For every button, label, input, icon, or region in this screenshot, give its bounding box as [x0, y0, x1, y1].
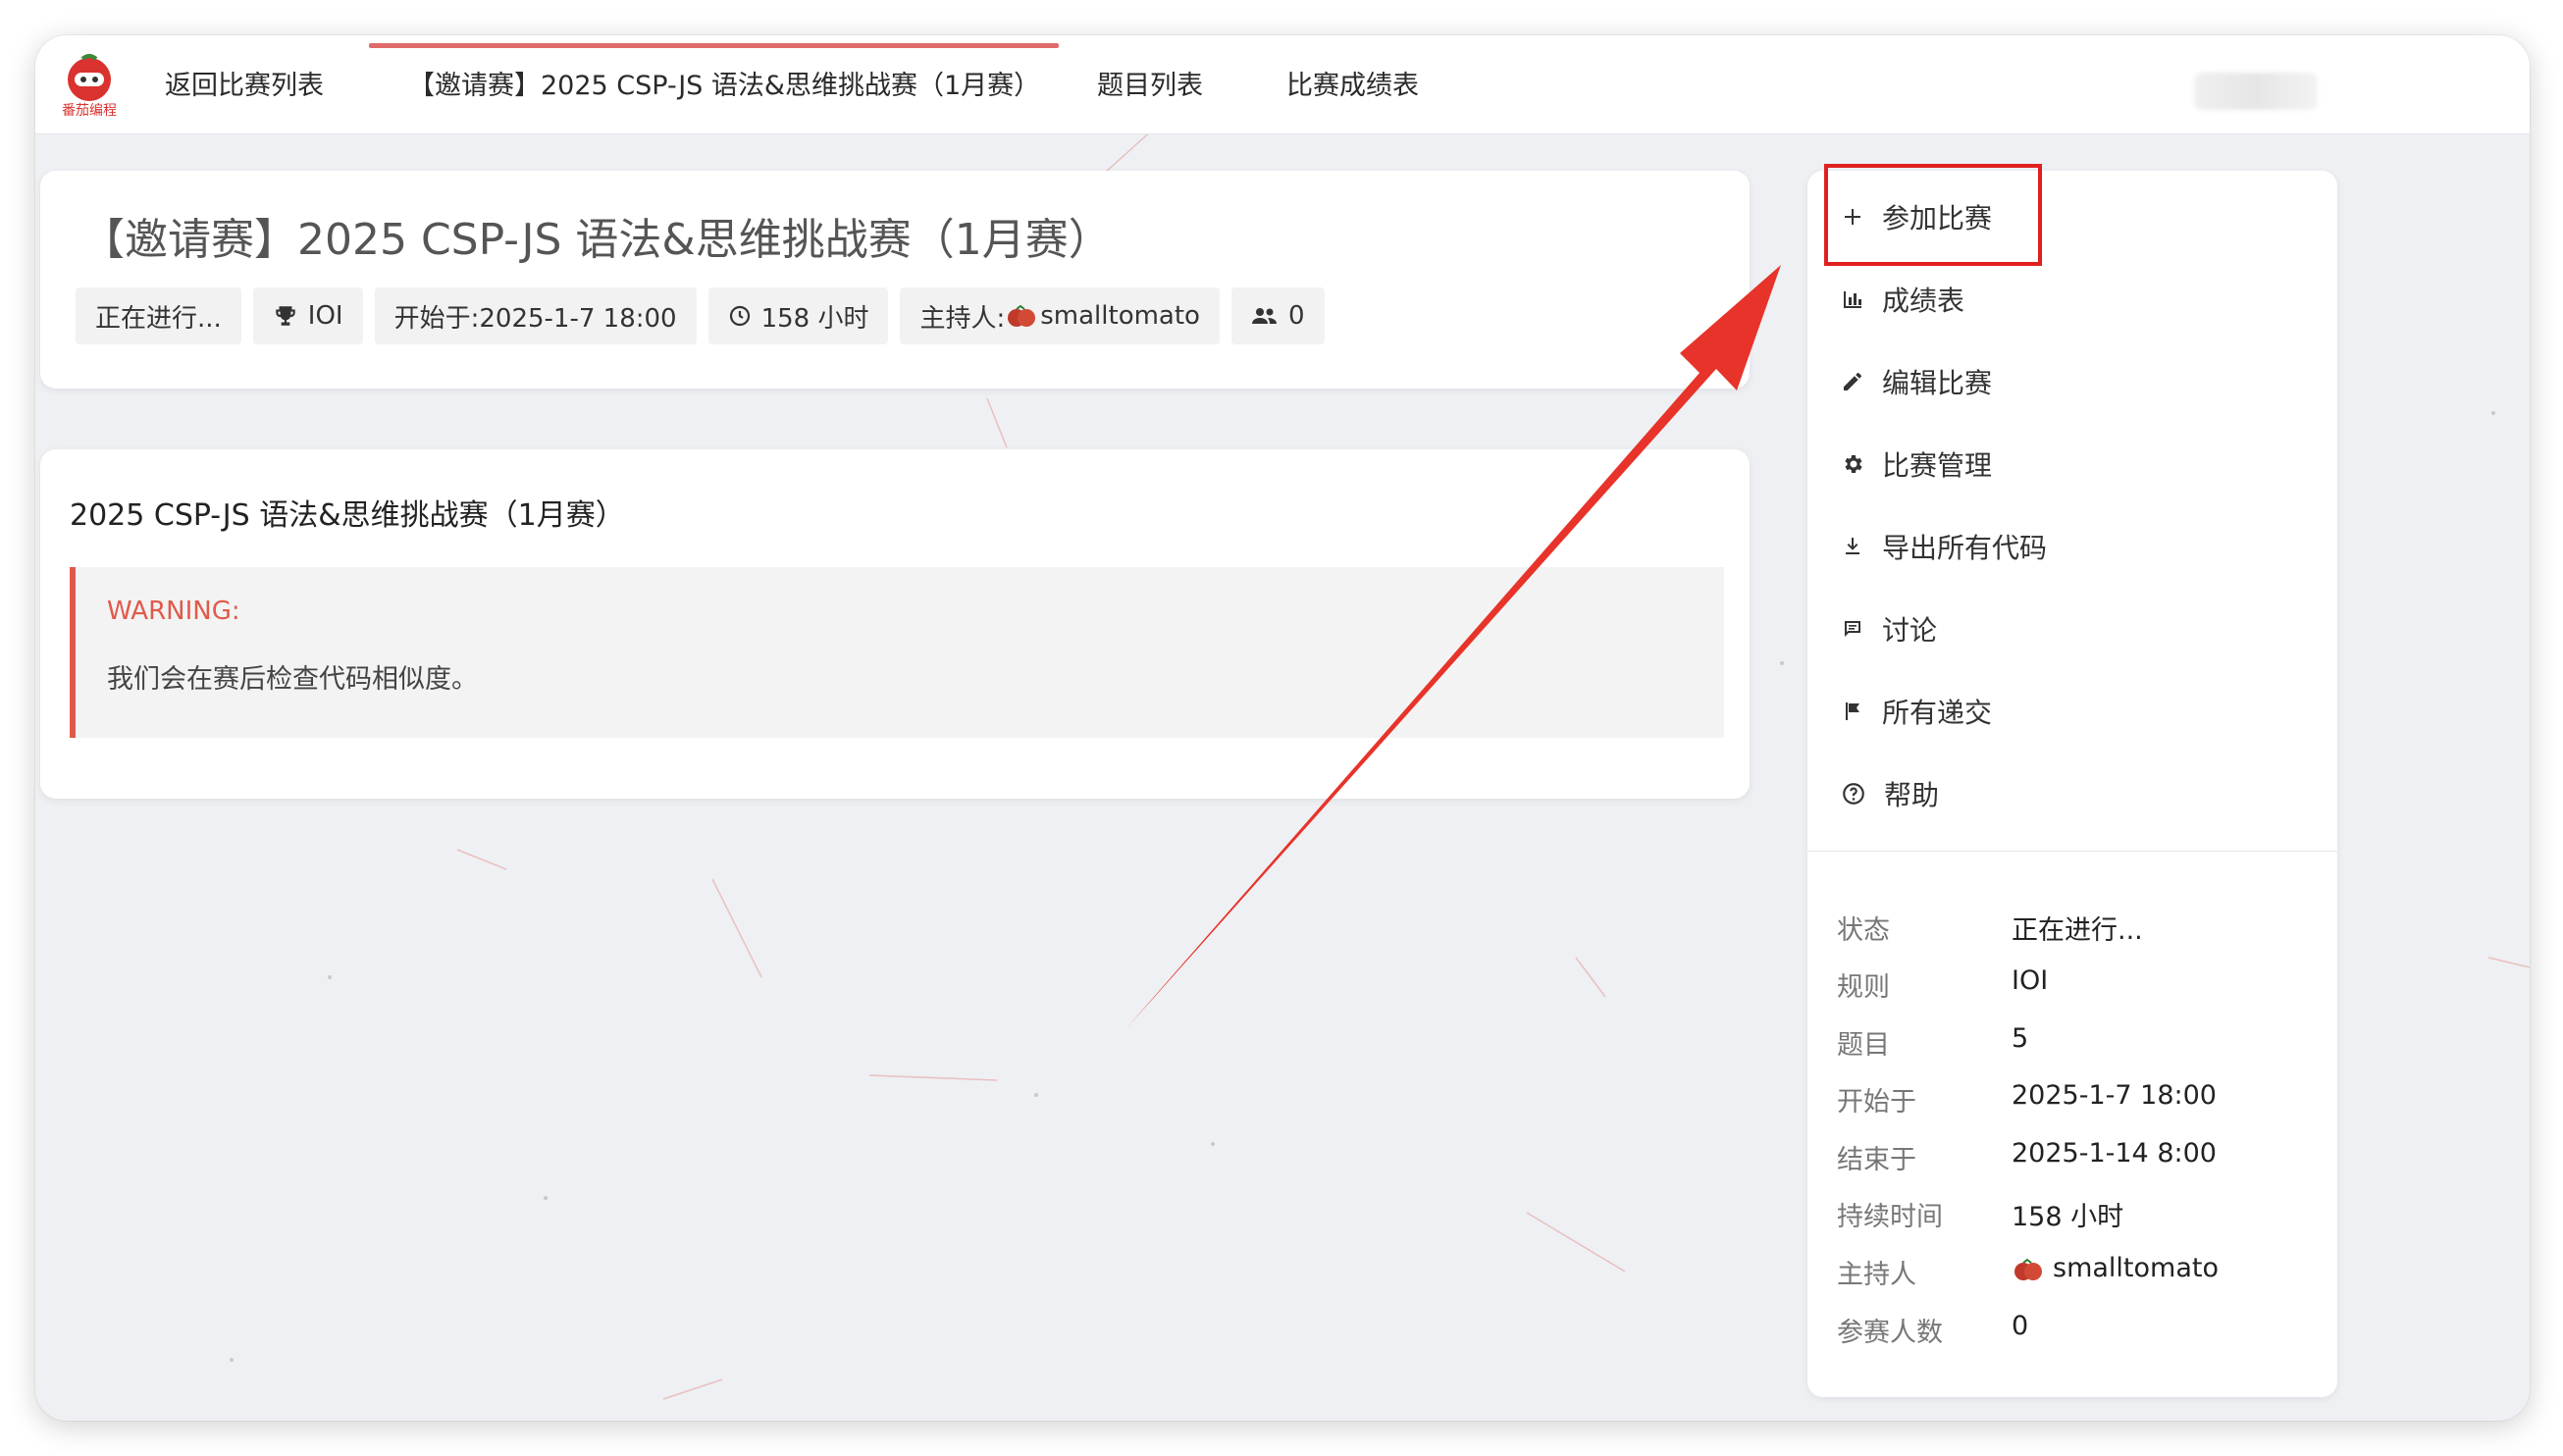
participants-tag: 0	[1230, 287, 1325, 344]
contest-sidebar: 参加比赛 成绩表 编辑比赛 比赛管理 导出所有代码 讨论 所有递交 帮助 状态 …	[1807, 171, 2337, 1397]
rule-tag: IOI	[252, 287, 363, 344]
download-icon	[1846, 538, 1859, 554]
scoreboard-menu-item[interactable]: 成绩表	[1841, 270, 1964, 329]
contest-title: 【邀请赛】2025 CSP-JS 语法&思维挑战赛（1月赛）	[81, 215, 1112, 265]
contest-header-card: 【邀请赛】2025 CSP-JS 语法&思维挑战赛（1月赛） 正在进行... I…	[40, 171, 1750, 389]
pencil-icon	[1844, 373, 1861, 390]
top-navbar: 番茄编程 返回比赛列表 【邀请赛】2025 CSP-JS 语法&思维挑战赛（1月…	[35, 35, 2530, 134]
user-avatar[interactable]	[2194, 73, 2318, 110]
nav-scoreboard[interactable]: 比赛成绩表	[1286, 35, 1419, 133]
tomato-avatar-icon	[2014, 1258, 2042, 1280]
duration-tag: 158 小时	[707, 287, 889, 344]
nav-contest-tab[interactable]: 【邀请赛】2025 CSP-JS 语法&思维挑战赛（1月赛）	[408, 35, 1040, 133]
status-tag: 正在进行...	[76, 287, 241, 344]
contest-tags: 正在进行... IOI 开始于:2025-1-7 18:00 158 小时 主持…	[76, 287, 1325, 344]
flag-icon	[1846, 702, 1859, 720]
host-link[interactable]: smalltomato	[2012, 1253, 2219, 1283]
edit-contest-menu-item[interactable]: 编辑比赛	[1841, 352, 1992, 411]
host-tag[interactable]: 主持人: smalltomato	[900, 287, 1220, 344]
sidebar-divider	[1807, 851, 2337, 852]
join-button-highlight-box	[1824, 164, 2042, 266]
warning-label: WARNING:	[107, 597, 240, 626]
trophy-icon	[276, 306, 295, 326]
warning-block: WARNING: 我们会在赛后检查代码相似度。	[70, 567, 1724, 738]
help-circle-icon	[1843, 783, 1864, 805]
help-menu-item[interactable]: 帮助	[1841, 764, 1939, 823]
export-code-menu-item[interactable]: 导出所有代码	[1841, 517, 2047, 576]
comment-icon	[1845, 621, 1860, 637]
browser-window: 番茄编程 返回比赛列表 【邀请赛】2025 CSP-JS 语法&思维挑战赛（1月…	[35, 35, 2530, 1421]
bar-chart-icon	[1844, 291, 1861, 308]
users-icon	[1251, 308, 1277, 324]
nav-problem-list[interactable]: 题目列表	[1097, 35, 1203, 133]
logo-icon[interactable]: 番茄编程	[53, 53, 126, 122]
all-submissions-menu-item[interactable]: 所有递交	[1841, 682, 1992, 741]
svg-text:番茄编程: 番茄编程	[62, 102, 117, 119]
description-title: 2025 CSP-JS 语法&思维挑战赛（1月赛）	[70, 498, 625, 533]
manage-contest-menu-item[interactable]: 比赛管理	[1841, 435, 1992, 494]
tomato-avatar-icon	[1008, 304, 1036, 327]
discussion-menu-item[interactable]: 讨论	[1841, 599, 1937, 658]
start-time-tag: 开始于:2025-1-7 18:00	[374, 287, 697, 344]
nav-back-to-contests[interactable]: 返回比赛列表	[165, 35, 324, 133]
contest-description-card: 2025 CSP-JS 语法&思维挑战赛（1月赛） WARNING: 我们会在赛…	[40, 449, 1750, 799]
warning-text: 我们会在赛后检查代码相似度。	[107, 664, 478, 695]
clock-icon	[729, 305, 750, 327]
gear-icon	[1845, 455, 1862, 473]
